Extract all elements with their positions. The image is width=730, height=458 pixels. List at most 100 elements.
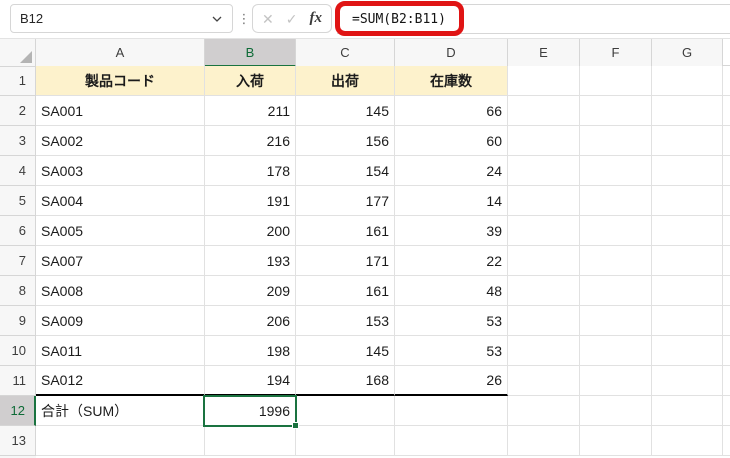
row-header-7[interactable]: 7: [0, 246, 36, 276]
cell-D5[interactable]: 14: [395, 186, 508, 216]
cell-B6[interactable]: 200: [205, 216, 296, 246]
cell-C9[interactable]: 153: [296, 306, 395, 336]
cell-G4[interactable]: [652, 156, 723, 186]
cell-B4[interactable]: 178: [205, 156, 296, 186]
column-header-F[interactable]: F: [580, 39, 652, 67]
row-header-8[interactable]: 8: [0, 276, 36, 306]
cell-B3[interactable]: 216: [205, 126, 296, 156]
cell-B10[interactable]: 198: [205, 336, 296, 366]
cell-A1[interactable]: 製品コード: [36, 66, 205, 96]
cell-G5[interactable]: [652, 186, 723, 216]
cell-D2[interactable]: 66: [395, 96, 508, 126]
column-header-D[interactable]: D: [395, 39, 508, 67]
row-header-5[interactable]: 5: [0, 186, 36, 216]
cell-F13[interactable]: [580, 426, 652, 456]
cell-A11[interactable]: SA012: [36, 366, 205, 396]
row-header-3[interactable]: 3: [0, 126, 36, 156]
column-header-B[interactable]: B: [205, 39, 296, 67]
cell-A12[interactable]: 合計（SUM）: [36, 396, 205, 426]
cell-G10[interactable]: [652, 336, 723, 366]
cell-B7[interactable]: 193: [205, 246, 296, 276]
cell-E5[interactable]: [508, 186, 580, 216]
cell-F10[interactable]: [580, 336, 652, 366]
cell-F1[interactable]: [580, 66, 652, 96]
cell-E11[interactable]: [508, 366, 580, 396]
cell-D4[interactable]: 24: [395, 156, 508, 186]
cell-A6[interactable]: SA005: [36, 216, 205, 246]
cell-A10[interactable]: SA011: [36, 336, 205, 366]
cell-F5[interactable]: [580, 186, 652, 216]
row-header-12[interactable]: 12: [0, 396, 36, 426]
row-header-9[interactable]: 9: [0, 306, 36, 336]
cell-E3[interactable]: [508, 126, 580, 156]
cell-F2[interactable]: [580, 96, 652, 126]
row-header-13[interactable]: 13: [0, 426, 36, 456]
cell-C1[interactable]: 出荷: [296, 66, 395, 96]
cell-A8[interactable]: SA008: [36, 276, 205, 306]
cell-C12[interactable]: [296, 396, 395, 426]
cell-D10[interactable]: 53: [395, 336, 508, 366]
insert-function-icon[interactable]: fx: [310, 11, 323, 26]
cell-B2[interactable]: 211: [205, 96, 296, 126]
cell-C8[interactable]: 161: [296, 276, 395, 306]
cell-G12[interactable]: [652, 396, 723, 426]
enter-icon[interactable]: ✓: [286, 12, 298, 26]
cell-G6[interactable]: [652, 216, 723, 246]
cell-A4[interactable]: SA003: [36, 156, 205, 186]
cell-E1[interactable]: [508, 66, 580, 96]
cell-G11[interactable]: [652, 366, 723, 396]
cell-A5[interactable]: SA004: [36, 186, 205, 216]
cell-A2[interactable]: SA001: [36, 96, 205, 126]
cell-B8[interactable]: 209: [205, 276, 296, 306]
cell-B9[interactable]: 206: [205, 306, 296, 336]
cell-B5[interactable]: 191: [205, 186, 296, 216]
cell-B13[interactable]: [205, 426, 296, 456]
cell-E12[interactable]: [508, 396, 580, 426]
name-box[interactable]: B12: [10, 4, 233, 33]
cell-D12[interactable]: [395, 396, 508, 426]
cell-A9[interactable]: SA009: [36, 306, 205, 336]
cell-C13[interactable]: [296, 426, 395, 456]
select-all-button[interactable]: [0, 39, 36, 67]
cell-C5[interactable]: 177: [296, 186, 395, 216]
row-header-6[interactable]: 6: [0, 216, 36, 246]
cell-E10[interactable]: [508, 336, 580, 366]
cell-D1[interactable]: 在庫数: [395, 66, 508, 96]
row-header-1[interactable]: 1: [0, 66, 36, 96]
cell-D3[interactable]: 60: [395, 126, 508, 156]
cell-C7[interactable]: 171: [296, 246, 395, 276]
cell-D9[interactable]: 53: [395, 306, 508, 336]
cell-C4[interactable]: 154: [296, 156, 395, 186]
cell-F7[interactable]: [580, 246, 652, 276]
cell-F11[interactable]: [580, 366, 652, 396]
cell-G1[interactable]: [652, 66, 723, 96]
cell-E13[interactable]: [508, 426, 580, 456]
formula-input[interactable]: =SUM(B2:B11): [337, 4, 730, 34]
cell-G8[interactable]: [652, 276, 723, 306]
cell-G2[interactable]: [652, 96, 723, 126]
cell-C10[interactable]: 145: [296, 336, 395, 366]
cell-F3[interactable]: [580, 126, 652, 156]
cell-C3[interactable]: 156: [296, 126, 395, 156]
column-header-A[interactable]: A: [36, 39, 205, 67]
row-header-10[interactable]: 10: [0, 336, 36, 366]
cell-E8[interactable]: [508, 276, 580, 306]
cell-F4[interactable]: [580, 156, 652, 186]
cell-B1[interactable]: 入荷: [205, 66, 296, 96]
cell-G13[interactable]: [652, 426, 723, 456]
cell-C6[interactable]: 161: [296, 216, 395, 246]
cell-G9[interactable]: [652, 306, 723, 336]
column-header-G[interactable]: G: [652, 39, 723, 67]
cell-E2[interactable]: [508, 96, 580, 126]
cell-C2[interactable]: 145: [296, 96, 395, 126]
chevron-down-icon[interactable]: [212, 16, 222, 22]
cell-F9[interactable]: [580, 306, 652, 336]
cell-B11[interactable]: 194: [205, 366, 296, 396]
cell-F12[interactable]: [580, 396, 652, 426]
column-header-E[interactable]: E: [508, 39, 580, 67]
row-header-11[interactable]: 11: [0, 366, 36, 396]
row-header-2[interactable]: 2: [0, 96, 36, 126]
cell-A3[interactable]: SA002: [36, 126, 205, 156]
column-header-C[interactable]: C: [296, 39, 395, 67]
cell-C11[interactable]: 168: [296, 366, 395, 396]
